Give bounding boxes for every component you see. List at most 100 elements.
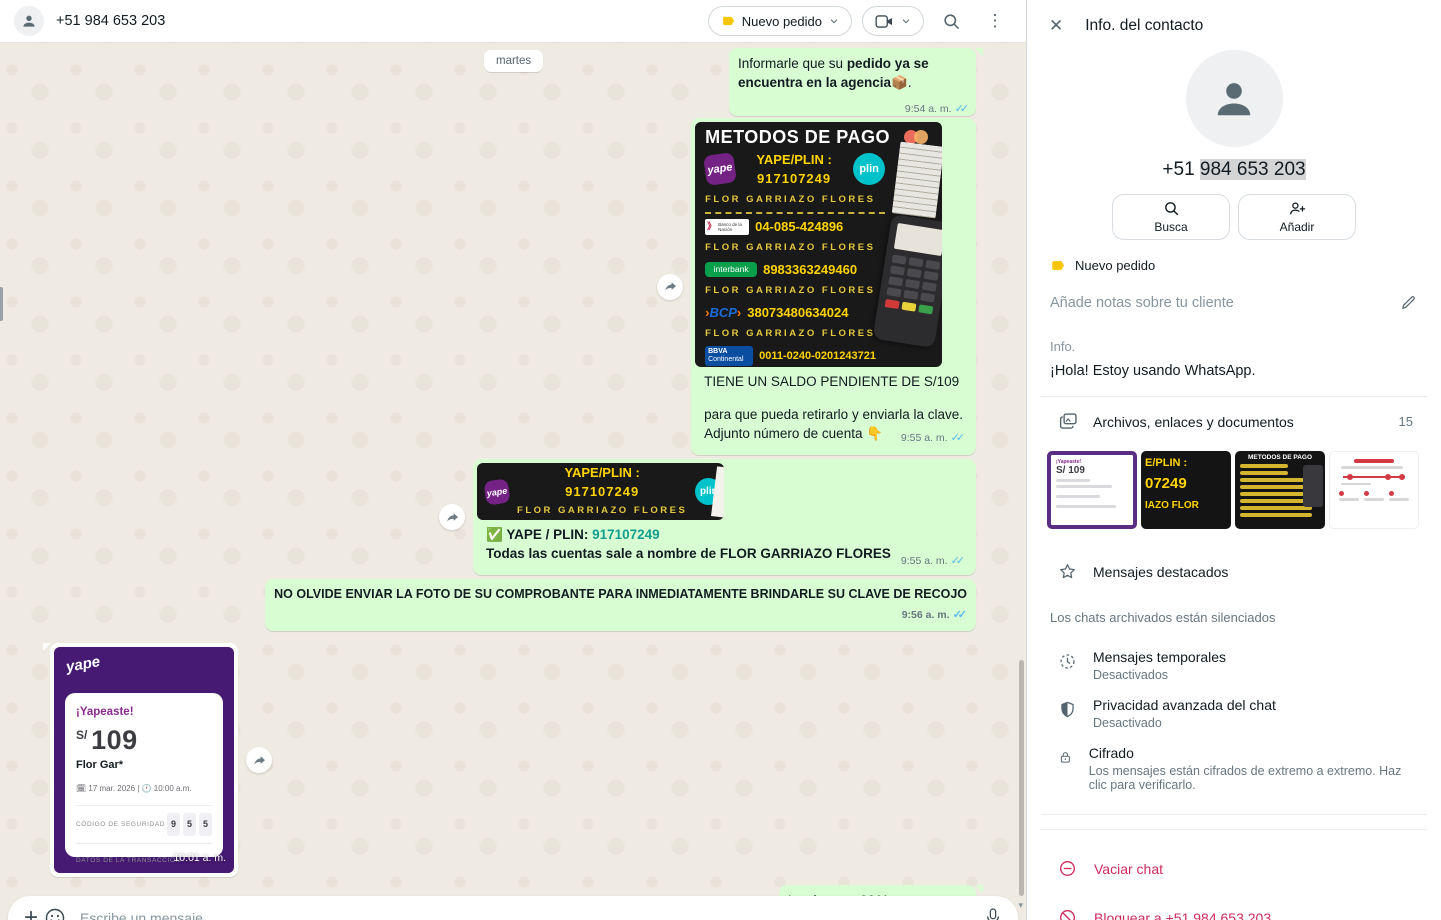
plin-app-icon: plin (853, 153, 885, 185)
forward-button[interactable] (657, 274, 683, 300)
message-text: Informarle que su (738, 56, 847, 71)
star-icon (1058, 562, 1077, 581)
menu-button[interactable]: ⋮ (978, 4, 1012, 38)
setting-status: Los mensajes están cifrados de extremo a… (1089, 764, 1417, 792)
emoji-icon[interactable] (44, 907, 66, 920)
media-thumbnail-plin[interactable]: E/PLIN : 07249 IAZO FLOR (1141, 451, 1231, 529)
forward-button[interactable] (439, 504, 465, 530)
starred-messages-row[interactable]: Mensajes destacados (1027, 529, 1441, 581)
media-thumbnails: ¡Yapeaste! S/ 109 E/PLIN : 07249 IAZO FL… (1027, 432, 1441, 529)
panel-title: Info. del contacto (1085, 17, 1203, 35)
outgoing-image-message[interactable]: METODOS DE PAGO yape YAPE/PLIN : 9171072… (691, 118, 976, 455)
video-camera-icon (875, 14, 894, 29)
attach-plus-icon[interactable]: + (24, 906, 38, 920)
message-time: 9:54 a. m. (905, 100, 952, 119)
block-contact-button[interactable]: Bloquear a +51 984 653 203 (1027, 878, 1441, 920)
search-button[interactable] (934, 4, 968, 38)
bank-account-number: 0011-0240-0201243721 (759, 347, 876, 366)
receipt-amount: 109 (91, 725, 138, 755)
kebab-icon: ⋮ (987, 11, 1004, 31)
contact-avatar-small[interactable] (14, 6, 44, 36)
read-ticks-icon: ✓✓ (951, 552, 965, 571)
advanced-privacy-row[interactable]: Privacidad avanzada del chat Desactivado (1027, 682, 1441, 730)
phone-link[interactable]: 917107249 (592, 527, 660, 542)
pencil-icon[interactable] (1400, 294, 1417, 311)
receipt-datetime: 🗓 17 mar. 2026 | 🕐 10:00 a.m. (76, 779, 212, 798)
notes-placeholder: Añade notas sobre tu cliente (1050, 295, 1400, 311)
contact-avatar-large[interactable] (1186, 50, 1283, 147)
video-call-button[interactable] (862, 6, 924, 36)
contact-info-panel: ✕ Info. del contacto +51 984 653 203 Bus… (1027, 0, 1441, 920)
yape-logo: yape (65, 652, 102, 677)
media-files-count: 15 (1399, 414, 1413, 429)
mic-icon[interactable] (984, 907, 1002, 920)
message-row: yape ¡Yapeaste! S/ 109 Flor Gar* 🗓 17 ma… (50, 643, 976, 877)
message-row: NO OLVIDE ENVIAR LA FOTO DE SU COMPROBAN… (50, 579, 976, 631)
disappearing-messages-row[interactable]: Mensajes temporales Desactivados (1027, 625, 1441, 682)
media-thumbnail-receipt[interactable]: ¡Yapeaste! S/ 109 (1047, 451, 1137, 529)
timer-icon (1058, 652, 1077, 671)
selected-text: 984 653 203 (1200, 159, 1306, 180)
bank-account-number: 38073480634024 (747, 303, 848, 322)
message-row: yape YAPE/PLIN : 917107249 FLOR GARRIAZO… (50, 459, 976, 575)
chat-panel: +51 984 653 203 Nuevo pedido ⋮ martes (0, 0, 1027, 920)
contact-phone[interactable]: +51 984 653 203 (1027, 159, 1441, 181)
outgoing-message[interactable]: Informarle que su pedido ya se encuentra… (729, 48, 976, 116)
lock-icon (1058, 748, 1073, 767)
message-list[interactable]: martes Informarle que su pedido ya se en… (0, 42, 1026, 920)
shield-icon (1058, 700, 1077, 719)
panel-drag-handle[interactable] (0, 287, 3, 321)
receipt-paper-graphic (711, 466, 724, 517)
chat-header: +51 984 653 203 Nuevo pedido ⋮ (0, 0, 1026, 42)
nuevo-pedido-button[interactable]: Nuevo pedido (708, 6, 852, 36)
message-text-bold: NO OLVIDE ENVIAR LA FOTO DE SU COMPROBAN… (274, 587, 967, 601)
add-contact-button[interactable]: Añadir (1238, 194, 1356, 240)
button-label: Busca (1154, 220, 1187, 234)
nuevo-pedido-label: Nuevo pedido (742, 14, 822, 29)
message-time: 9:55 a. m. (901, 552, 948, 571)
divider (1041, 814, 1427, 815)
caption-text-bold: YAPE / PLIN: (503, 527, 592, 542)
outgoing-image-message[interactable]: yape YAPE/PLIN : 917107249 FLOR GARRIAZO… (473, 459, 976, 575)
receipt-title: ¡Yapeaste! (76, 703, 212, 722)
customer-notes-row[interactable]: Añade notas sobre tu cliente (1027, 273, 1441, 311)
media-thumbnail-document[interactable] (1329, 451, 1419, 529)
clear-chat-button[interactable]: Vaciar chat (1027, 830, 1441, 878)
check-emoji: ✅ (486, 527, 503, 542)
banco-nacion-logo: 》Banco de la Nación (705, 219, 749, 235)
chat-contact-name[interactable]: +51 984 653 203 (56, 13, 165, 29)
media-files-row[interactable]: Archivos, enlaces y documentos 15 (1027, 397, 1441, 432)
caption-text: TIENE UN SALDO PENDIENTE DE S/109 (704, 372, 963, 391)
incoming-image-message[interactable]: yape ¡Yapeaste! S/ 109 Flor Gar* 🗓 17 ma… (50, 643, 238, 877)
close-icon[interactable]: ✕ (1049, 16, 1063, 36)
whatsapp-app: +51 984 653 203 Nuevo pedido ⋮ martes (0, 0, 1441, 920)
chat-scrollbar[interactable] (1019, 660, 1024, 896)
forward-icon (445, 510, 460, 525)
search-icon (1163, 200, 1180, 217)
yape-receipt-image[interactable]: yape ¡Yapeaste! S/ 109 Flor Gar* 🗓 17 ma… (54, 647, 234, 873)
yape-plin-number: 917107249 (517, 482, 687, 501)
order-label-row[interactable]: Nuevo pedido (1027, 240, 1441, 273)
yape-plin-number: 917107249 (741, 169, 847, 188)
interbank-logo: interbank (705, 262, 757, 277)
label-tag-icon (1050, 258, 1065, 273)
message-time: 10:01 a. m. (173, 849, 226, 868)
outgoing-message[interactable]: NO OLVIDE ENVIAR LA FOTO DE SU COMPROBAN… (265, 579, 976, 631)
payment-methods-image[interactable]: METODOS DE PAGO yape YAPE/PLIN : 9171072… (695, 122, 942, 367)
receipt-paper-graphic (892, 142, 942, 219)
search-in-chat-button[interactable]: Busca (1112, 194, 1230, 240)
minus-circle-icon (1058, 859, 1077, 878)
scroll-down-arrow-icon[interactable]: ▾ (1018, 900, 1023, 911)
encryption-row[interactable]: Cifrado Los mensajes están cifrados de e… (1027, 730, 1441, 792)
forward-icon (252, 753, 267, 768)
media-thumbnail-metodos[interactable]: METODOS DE PAGO (1235, 451, 1325, 529)
setting-status: Desactivado (1093, 716, 1276, 730)
message-input[interactable] (80, 910, 978, 920)
bbva-logo: BBVAContinental (705, 346, 753, 366)
about-label: Info. (1050, 339, 1417, 354)
person-icon (20, 12, 38, 30)
bank-account-number: 04-085-424896 (755, 217, 843, 236)
forward-button[interactable] (246, 747, 272, 773)
yape-plin-crop-image[interactable]: yape YAPE/PLIN : 917107249 FLOR GARRIAZO… (477, 463, 724, 520)
yape-app-icon: yape (483, 478, 510, 505)
